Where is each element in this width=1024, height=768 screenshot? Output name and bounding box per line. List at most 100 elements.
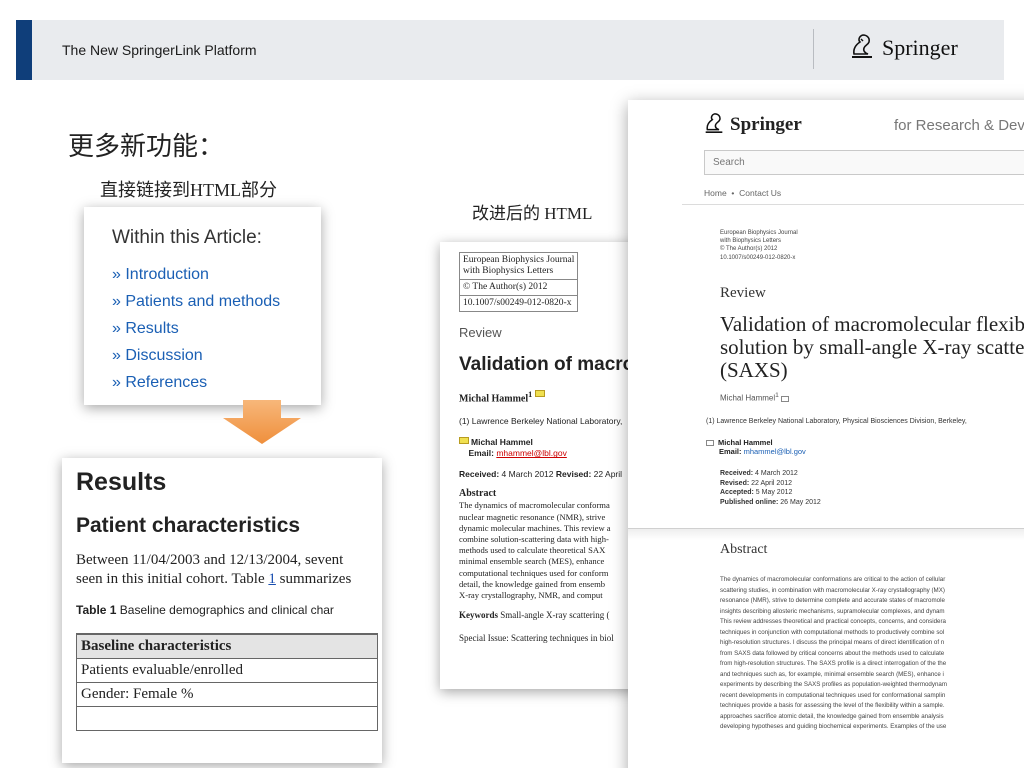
toc-link-discussion[interactable]: » Discussion xyxy=(112,342,321,369)
nav-home-link[interactable]: Home xyxy=(704,188,727,198)
abstract-heading: Abstract xyxy=(459,488,497,500)
article-author: Michal Hammel1 xyxy=(720,392,790,403)
article-affiliation: (1) Lawrence Berkeley National Laborator… xyxy=(706,418,967,425)
special-issue: Special Issue: Scattering techniques in … xyxy=(459,633,614,644)
title-line: solution by small-angle X-ray scatte xyxy=(720,335,1024,359)
title-line: Validation of macromolecular flexib xyxy=(720,312,1024,336)
table-row: Patients evaluable/enrolled xyxy=(76,657,378,683)
abstract-line: recent developments in computational tec… xyxy=(720,691,946,699)
title-line: (SAXS) xyxy=(720,358,788,382)
abstract-line: combine solution-scattering data with hi… xyxy=(459,533,609,544)
springer-horse-icon xyxy=(850,33,874,64)
results-paragraph-line2a: seen in this initial cohort. Table xyxy=(76,571,269,587)
abstract-line: and techniques such as, for example, min… xyxy=(720,670,944,678)
revised-label: Revised: xyxy=(555,469,592,480)
springer-horse-icon xyxy=(704,112,724,139)
abstract-line: minimal ensemble search (MES), enhance xyxy=(459,556,605,567)
springer-wordmark[interactable]: Springer xyxy=(730,114,802,136)
keywords-label: Keywords xyxy=(459,610,498,621)
published-label: Published online: xyxy=(720,498,779,506)
abstract-line: X-ray crystallography, NMR, and comput xyxy=(459,589,603,600)
revised-date: 22 April xyxy=(591,469,623,480)
email-envelope-icon[interactable] xyxy=(781,395,790,402)
improved-html-article: European Biophysics Journal with Biophysi… xyxy=(440,242,645,689)
abstract-line: developing hypotheses and guiding bioche… xyxy=(720,723,947,730)
table-cell: Patients evaluable/enrolled xyxy=(76,657,378,683)
nav-separator: • xyxy=(731,188,735,198)
received-date: 4 March 2012 xyxy=(753,470,798,477)
nav-divider xyxy=(682,204,1024,205)
contact-block: Michal Hammel Email: mhammel@lbl.gov xyxy=(459,437,645,459)
meta-line: © The Author(s) 2012 xyxy=(720,246,778,253)
article-meta: European Biophysics Journal with Biophys… xyxy=(720,229,798,262)
article-author: Michal Hammel1 xyxy=(459,390,645,404)
table-reference-link[interactable]: 1 xyxy=(268,571,276,587)
abstract-heading: Abstract xyxy=(720,542,768,557)
header-title: The New SpringerLink Platform xyxy=(62,42,257,58)
search-input[interactable]: Search xyxy=(704,150,1024,175)
abstract-text: The dynamics of macromolecular conformat… xyxy=(720,575,947,733)
abstract-line: The dynamics of macromolecular conformat… xyxy=(720,576,946,583)
toc-link-results[interactable]: » Results xyxy=(112,315,321,342)
breadcrumb: Home • Contact Us xyxy=(704,188,781,198)
toc-link-introduction[interactable]: » Introduction xyxy=(112,261,321,288)
within-article-panel: Within this Article: » Introduction » Pa… xyxy=(84,207,321,405)
abstract-line: The dynamics of macromolecular conforma xyxy=(459,500,610,511)
meta-line: with Biophysics Letters xyxy=(720,238,782,245)
contact-name: Michal Hammel xyxy=(718,438,773,447)
article-dates: Received: 4 March 2012 Revised: 22 April… xyxy=(720,469,821,507)
article-section-label: Review xyxy=(459,325,502,340)
main-heading: 更多新功能： xyxy=(68,132,225,161)
sub-heading: 直接链接到HTML部分 xyxy=(100,180,277,200)
springer-wordmark: Springer xyxy=(882,35,958,60)
revised-date: 22 April 2012 xyxy=(749,479,792,487)
received-date: 4 March 2012 xyxy=(499,469,556,480)
journal-line2: with Biophysics Letters xyxy=(463,266,554,276)
abstract-line: techniques in conjunction with computati… xyxy=(720,628,945,636)
toc-title: Within this Article: xyxy=(112,227,262,248)
journal-line1: European Biophysics Journal xyxy=(463,255,575,265)
published-date: 26 May 2012 xyxy=(778,498,821,506)
article-meta-box: European Biophysics Journal with Biophysi… xyxy=(458,252,579,312)
author-name: Michal Hammel xyxy=(459,393,529,405)
slide: The New SpringerLink Platform Springer 更… xyxy=(0,0,1024,768)
email-envelope-icon[interactable] xyxy=(535,390,546,397)
received-label: Received: xyxy=(459,469,500,480)
article-dates: Received: 4 March 2012 Revised: 22 April xyxy=(459,469,645,479)
author-name[interactable]: Michal Hammel xyxy=(720,394,775,403)
accepted-date: 5 May 2012 xyxy=(753,489,793,497)
abstract-line: techniques provide a basis for assessing… xyxy=(720,702,945,709)
article-affiliation: (1) Lawrence Berkeley National Laborator… xyxy=(459,416,623,427)
contact-email-link[interactable]: mhammel@lbl.gov xyxy=(744,447,806,456)
abstract-line: high-resolution structures. I discuss th… xyxy=(720,639,945,646)
down-arrow-icon xyxy=(221,400,303,451)
keywords: Keywords Small-angle X-ray scattering ( xyxy=(459,610,645,620)
results-paragraph-line2b: summarizes xyxy=(275,571,352,587)
nav-contact-link[interactable]: Contact Us xyxy=(739,188,781,198)
doi: 10.1007/s00249-012-0820-x xyxy=(458,295,579,312)
abstract-line: resonance (NMR), strive to determine com… xyxy=(720,597,945,604)
springer-logo: Springer xyxy=(850,33,958,63)
abstract-line: from SAXS data followed by critical conc… xyxy=(720,649,945,657)
header-divider xyxy=(813,29,814,69)
section-separator xyxy=(628,528,1024,540)
abstract-text: The dynamics of macromolecular conforma … xyxy=(459,500,645,601)
contact-envelope-icon xyxy=(459,437,469,445)
springerlink-header: Springer for Research & Deve xyxy=(628,100,1024,150)
abstract-line: methods used to calculate theoretical SA… xyxy=(459,545,606,556)
springerlink-page: Springer for Research & Deve Search Home… xyxy=(628,100,1024,768)
contact-block: Michal Hammel Email: mhammel@lbl.gov xyxy=(706,438,806,456)
abstract-line: detail, the knowledge gained from ensemb xyxy=(459,578,606,589)
abstract-line: nuclear magnetic resonance (NMR), strive xyxy=(459,511,606,522)
results-heading: Results xyxy=(76,468,167,496)
toc-link-references[interactable]: » References xyxy=(112,369,321,396)
contact-email-link[interactable]: mhammel@lbl.gov xyxy=(496,448,567,458)
table-row: Baseline characteristics xyxy=(76,633,378,659)
article-title: Validation of macromolecular flexib solu… xyxy=(720,313,1024,382)
email-label-text: Email: xyxy=(719,447,744,456)
abstract-line: dynamic molecular machines. This review … xyxy=(459,522,611,533)
table-cell: Gender: Female % xyxy=(76,681,378,707)
toc-link-patients-methods[interactable]: » Patients and methods xyxy=(112,288,321,315)
revised-label: Revised: xyxy=(720,479,750,487)
patient-characteristics-heading: Patient characteristics xyxy=(76,514,301,537)
